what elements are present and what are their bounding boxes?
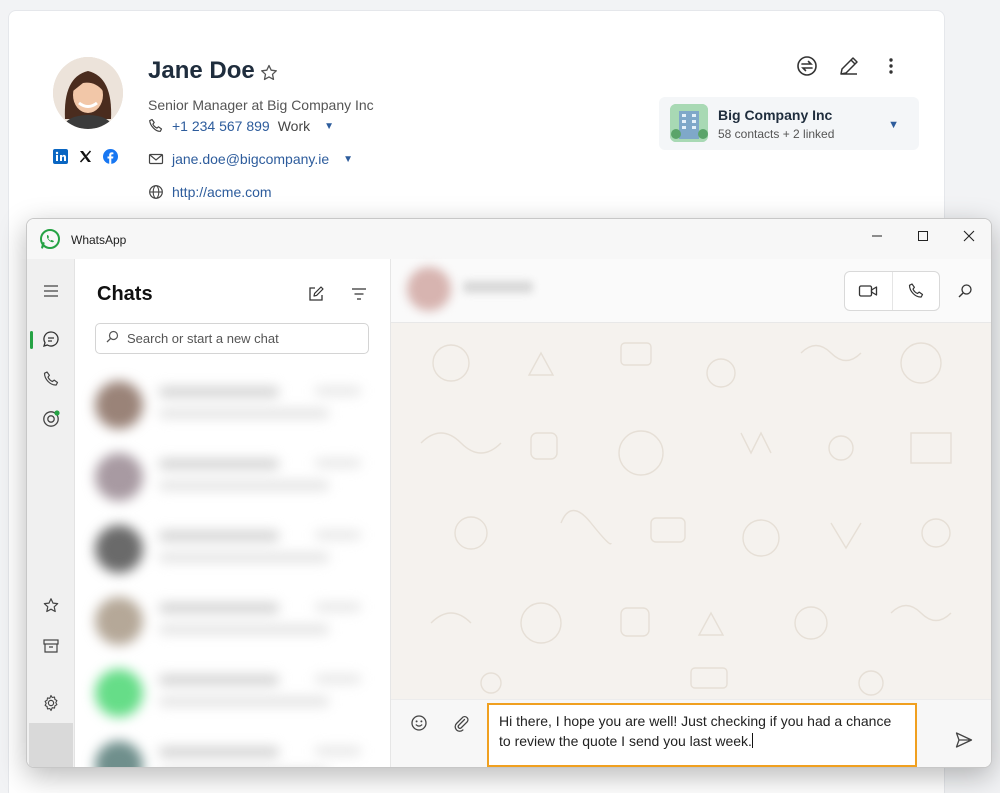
send-icon[interactable] xyxy=(952,728,976,752)
whatsapp-logo-icon xyxy=(39,228,61,255)
calls-icon[interactable] xyxy=(39,367,63,391)
facebook-icon[interactable] xyxy=(103,149,118,164)
menu-hamburger-icon[interactable] xyxy=(39,279,63,303)
phone-icon xyxy=(148,118,164,134)
company-dropdown-caret-icon[interactable]: ▼ xyxy=(888,119,899,131)
linkedin-icon[interactable] xyxy=(53,149,68,164)
chat-list-item[interactable] xyxy=(75,441,391,513)
phone-type: Work xyxy=(277,118,311,134)
doodle-pattern xyxy=(420,342,952,696)
phone-dropdown-caret-icon[interactable]: ▼ xyxy=(324,121,334,132)
conversation-search-icon[interactable] xyxy=(953,279,977,303)
website-link[interactable]: http://acme.com xyxy=(172,184,272,200)
search-icon xyxy=(106,330,119,348)
phone-row: +1 234 567 899 Work ▼ xyxy=(148,118,334,134)
video-call-icon[interactable] xyxy=(845,272,892,310)
company-name: Big Company Inc xyxy=(718,107,833,123)
new-chat-icon[interactable] xyxy=(303,281,329,307)
company-meta: 58 contacts + 2 linked xyxy=(718,127,835,141)
status-icon[interactable] xyxy=(39,407,63,431)
contact-job-title: Senior Manager at Big Company Inc xyxy=(148,97,374,113)
attach-paperclip-icon[interactable] xyxy=(449,711,473,735)
edit-pencil-icon[interactable] xyxy=(836,53,862,79)
email-address[interactable]: jane.doe@bigcompany.ie xyxy=(172,151,329,167)
favorite-star-icon[interactable] xyxy=(259,63,279,88)
chat-list-item[interactable] xyxy=(75,513,391,585)
contact-name: Jane Doe xyxy=(148,57,255,84)
message-draft-text: Hi there, I hope you are well! Just chec… xyxy=(499,713,892,749)
conversation-background xyxy=(391,323,991,699)
phone-number[interactable]: +1 234 567 899 xyxy=(172,118,270,134)
company-logo xyxy=(670,104,708,142)
conversation-avatar[interactable] xyxy=(407,267,451,311)
minimize-button[interactable] xyxy=(854,219,900,253)
chat-list-item[interactable] xyxy=(75,729,391,767)
window-titlebar: WhatsApp xyxy=(27,219,991,259)
chat-search[interactable] xyxy=(95,323,369,354)
maximize-button[interactable] xyxy=(900,219,946,253)
card-actions xyxy=(794,53,904,79)
sync-icon[interactable] xyxy=(794,53,820,79)
starred-messages-icon[interactable] xyxy=(39,594,63,618)
conversation-name[interactable] xyxy=(463,281,533,293)
active-indicator xyxy=(30,331,33,349)
email-dropdown-caret-icon[interactable]: ▼ xyxy=(343,154,353,165)
globe-icon xyxy=(148,184,164,200)
chat-list-item[interactable] xyxy=(75,369,391,441)
message-composer: Hi there, I hope you are well! Just chec… xyxy=(391,699,991,767)
x-icon[interactable] xyxy=(78,149,93,164)
text-cursor xyxy=(751,733,753,748)
profile-avatar[interactable] xyxy=(29,723,73,767)
more-options-icon[interactable] xyxy=(878,53,904,79)
settings-gear-icon[interactable] xyxy=(39,691,63,715)
close-button[interactable] xyxy=(946,219,991,253)
envelope-icon xyxy=(148,151,164,167)
whatsapp-window: WhatsApp Chats Search or start a new cha… xyxy=(26,218,992,768)
chat-list-item[interactable] xyxy=(75,657,391,729)
window-title: WhatsApp xyxy=(71,233,127,247)
emoji-icon[interactable] xyxy=(407,711,431,735)
social-links xyxy=(53,149,118,164)
search-input[interactable] xyxy=(127,331,347,346)
chat-list xyxy=(75,369,391,767)
company-selector[interactable]: Big Company Inc 58 contacts + 2 linked ▼ xyxy=(659,97,919,150)
archived-chats-icon[interactable] xyxy=(39,634,63,658)
navigation-rail xyxy=(27,259,75,767)
website-row: http://acme.com xyxy=(148,184,272,200)
call-buttons xyxy=(844,271,940,311)
voice-call-icon[interactable] xyxy=(891,272,939,310)
chats-panel: Chats xyxy=(75,259,391,767)
conversation-header xyxy=(391,259,991,323)
email-row: jane.doe@bigcompany.ie ▼ xyxy=(148,151,353,167)
chat-list-item[interactable] xyxy=(75,585,391,657)
contact-avatar xyxy=(53,57,123,129)
filter-icon[interactable] xyxy=(346,281,372,307)
message-input[interactable]: Hi there, I hope you are well! Just chec… xyxy=(487,703,917,767)
chats-title: Chats xyxy=(97,283,153,305)
chats-icon[interactable] xyxy=(39,327,63,351)
